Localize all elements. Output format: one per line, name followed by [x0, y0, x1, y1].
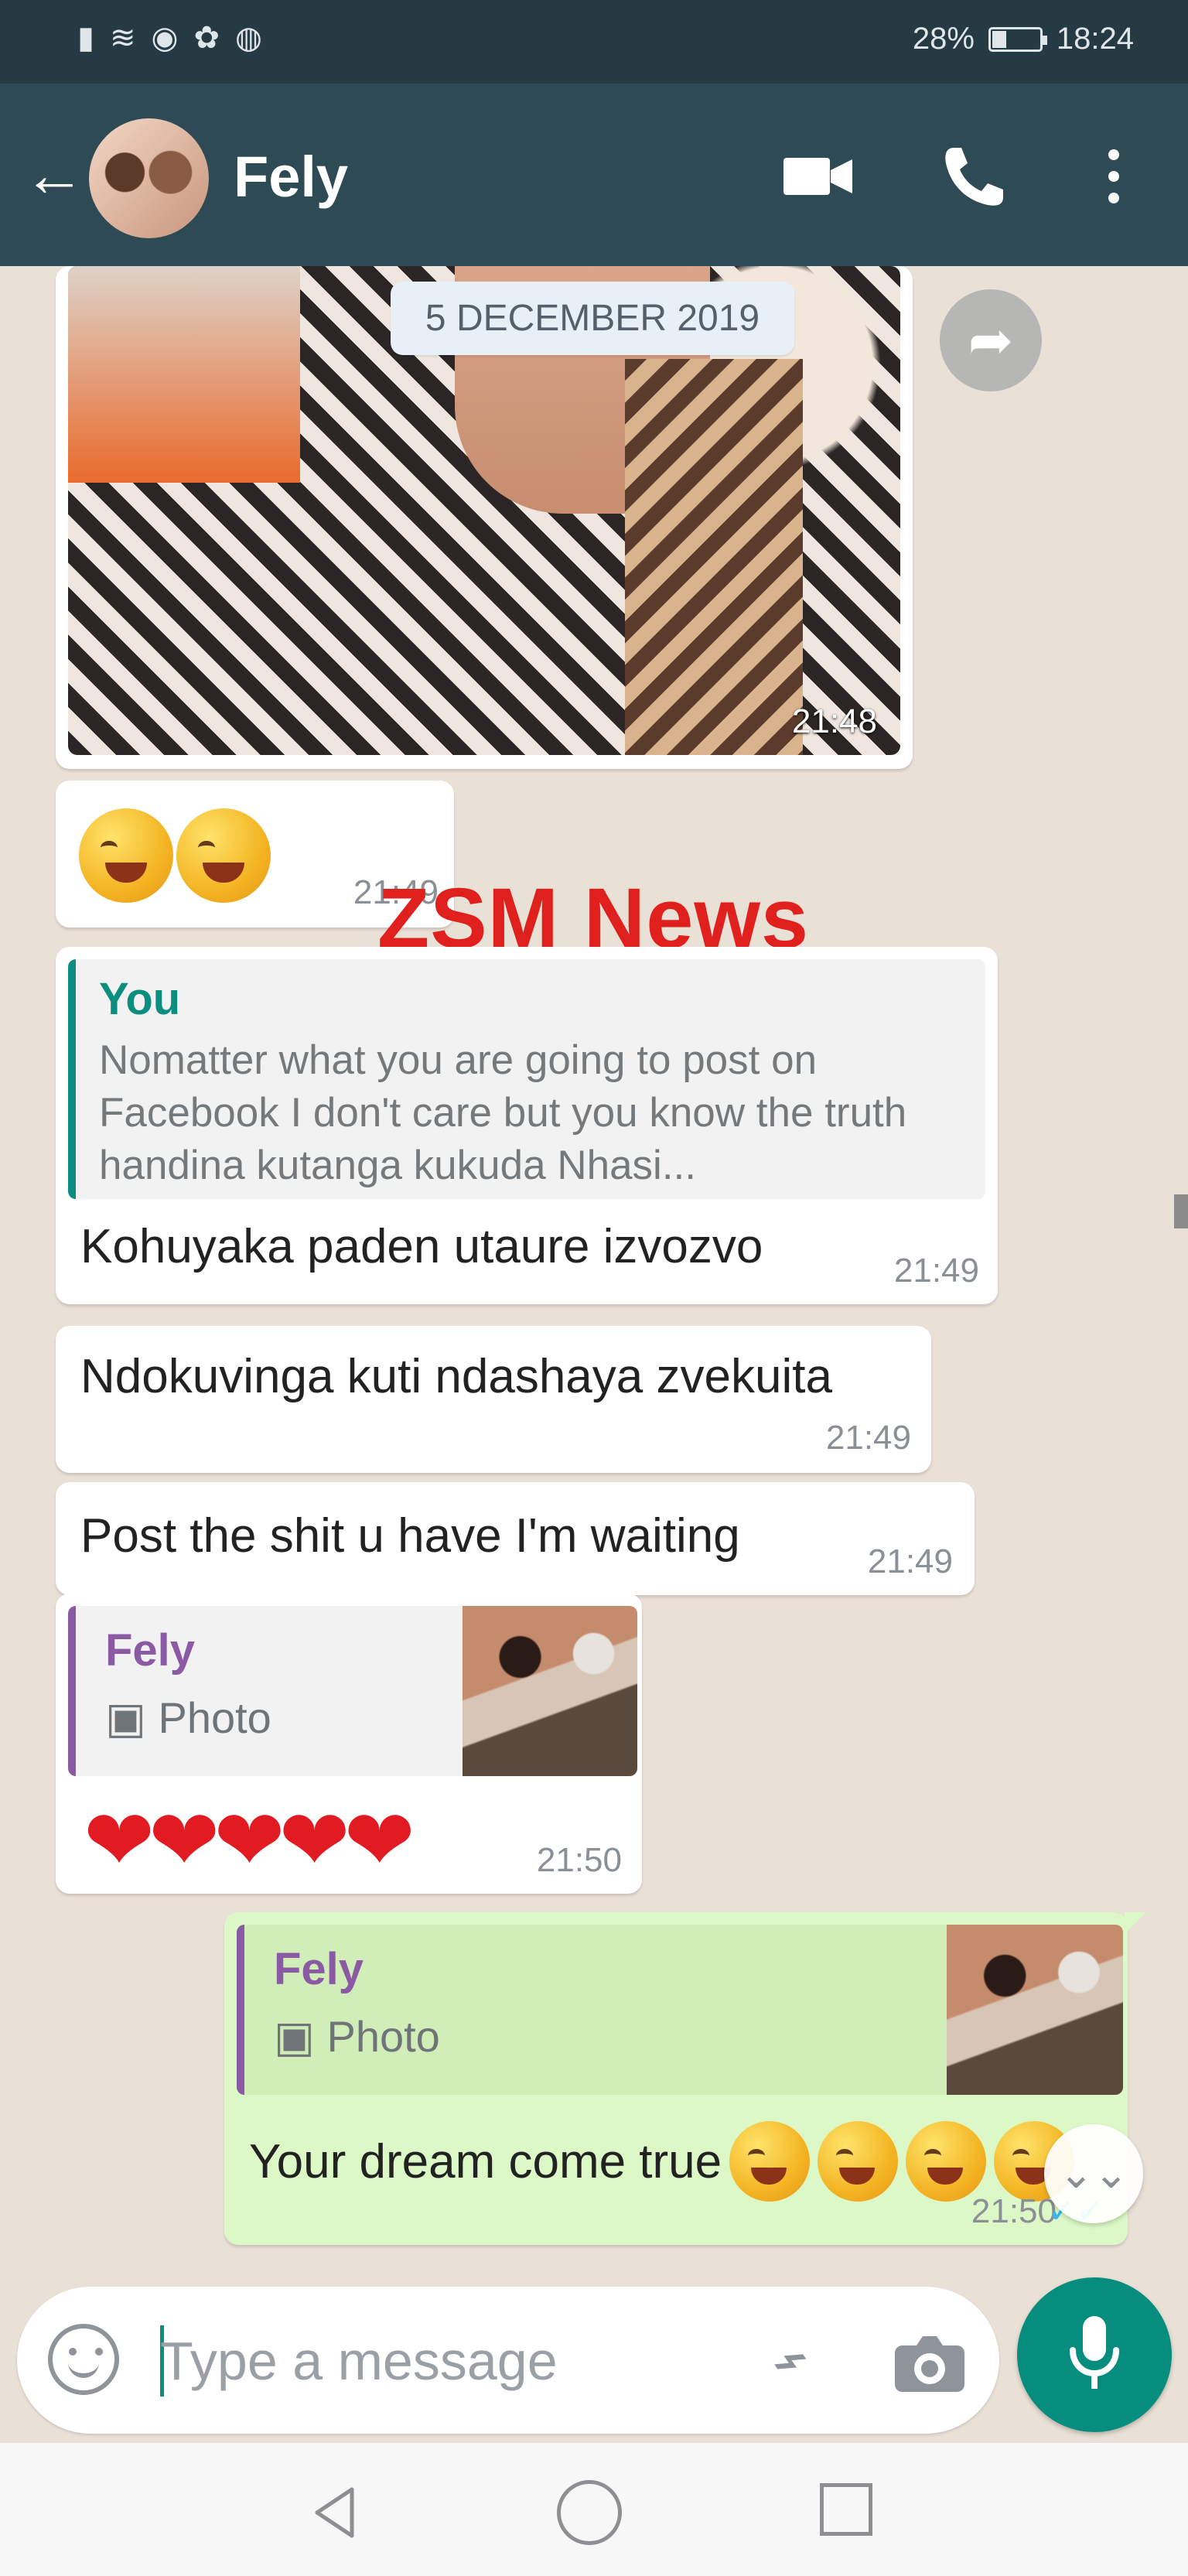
reply-message[interactable]: You Nomatter what you are going to post … [56, 947, 998, 1304]
battery-icon [988, 26, 1047, 52]
status-icon: ◍ [234, 21, 262, 55]
message-text: Kohuyaka paden utaure izvozvo [80, 1220, 763, 1273]
quoted-photo[interactable]: Fely ▣ Photo [68, 1606, 637, 1776]
message-text: Post the shit u have I'm waiting [80, 1509, 740, 1563]
message-time: 21:50 [536, 1841, 622, 1879]
message-composer: ⌁ [0, 2277, 1188, 2443]
quote-text: Nomatter what you are going to post on F… [99, 1037, 907, 1188]
quoted-message[interactable]: You Nomatter what you are going to post … [68, 959, 985, 1199]
status-right: 28% 18:24 [913, 22, 1134, 56]
nav-back-icon[interactable] [306, 2482, 367, 2544]
outgoing-message[interactable]: Fely ▣ Photo Your dream come true 21:50 … [224, 1912, 1146, 2245]
hearts-text: ❤❤❤❤❤ [84, 1793, 415, 1888]
phone-icon[interactable] [940, 142, 1009, 211]
quoted-photo[interactable]: Fely ▣ Photo [237, 1925, 1123, 2095]
quote-photo-label: ▣ Photo [105, 1693, 271, 1742]
back-arrow-icon[interactable]: ← [23, 144, 85, 206]
message-bubble[interactable]: Post the shit u have I'm waiting 21:49 [56, 1482, 975, 1595]
camera-icon[interactable] [887, 2324, 972, 2401]
system-navigation-bar [0, 2443, 1188, 2576]
message-text: Ndokuvinga kuti ndashaya zvekuita [80, 1350, 832, 1403]
chat-area[interactable]: 21:48 5 DECEMBER 2019 ➦ 21:49 ZSM News Y… [0, 266, 1188, 2277]
attachment-icon[interactable]: ⌁ [735, 2305, 842, 2413]
message-text: Your dream come true [249, 2134, 722, 2188]
quote-photo-label: ▣ Photo [274, 2012, 440, 2061]
contact-avatar[interactable] [89, 118, 209, 238]
photo-icon: ▣ [274, 2012, 315, 2061]
message-time: 21:50 [971, 2192, 1057, 2230]
contact-name[interactable]: Fely [234, 144, 348, 210]
forward-icon[interactable]: ➦ [940, 289, 1042, 391]
emoji-icon[interactable] [48, 2324, 119, 2395]
nav-home-icon[interactable] [557, 2480, 622, 2545]
scroll-down-icon[interactable]: ⌄⌄ [1044, 2124, 1143, 2223]
quote-author: Fely [274, 1944, 364, 1994]
outgoing-message-row: Your dream come true [249, 2121, 1075, 2202]
message-time: 21:49 [867, 1543, 953, 1580]
laughing-emoji-icon [818, 2121, 899, 2202]
laughing-emoji-icon [79, 808, 173, 903]
laughing-emoji-icon [729, 2121, 811, 2202]
laughing-emoji-icon [176, 808, 271, 903]
microphone-icon[interactable] [1017, 2277, 1172, 2432]
laughing-emoji-icon [906, 2121, 987, 2202]
status-time: 18:24 [1056, 22, 1134, 56]
date-chip: 5 DECEMBER 2019 [391, 282, 794, 355]
scrollbar-handle[interactable] [1174, 1194, 1188, 1228]
emoji-row [79, 808, 271, 903]
photo-reply-message[interactable]: Fely ▣ Photo ❤❤❤❤❤ 21:50 [56, 1594, 642, 1894]
quote-author: You [99, 974, 181, 1024]
photo-icon: ▣ [105, 1693, 146, 1742]
message-bubble[interactable]: Ndokuvinga kuti ndashaya zvekuita 21:49 [56, 1326, 931, 1473]
chat-header: ← Fely [0, 84, 1188, 266]
status-bar: ▮ ≋ ◉ ✿ ◍ 28% 18:24 [0, 0, 1188, 84]
battery-percentage: 28% [912, 22, 975, 56]
video-call-icon[interactable] [781, 153, 855, 200]
more-options-icon[interactable] [1098, 145, 1129, 207]
wifi-icon: ≋ [110, 21, 136, 55]
message-input[interactable] [160, 2324, 717, 2398]
message-time: 21:49 [825, 1419, 911, 1457]
quote-author: Fely [105, 1625, 196, 1676]
eye-icon: ◉ [151, 21, 179, 55]
message-time: 21:49 [893, 1252, 979, 1290]
signal-icon: ▮ [77, 21, 95, 55]
photo-thumbnail[interactable] [947, 1925, 1123, 2095]
photo-thumbnail[interactable] [463, 1606, 637, 1776]
message-field-container[interactable]: ⌁ [17, 2287, 999, 2434]
status-icons: ▮ ≋ ◉ ✿ ◍ [77, 20, 262, 56]
image-message-time: 21:48 [791, 702, 877, 740]
gear-icon: ✿ [193, 21, 220, 55]
nav-recent-icon[interactable] [820, 2483, 872, 2536]
